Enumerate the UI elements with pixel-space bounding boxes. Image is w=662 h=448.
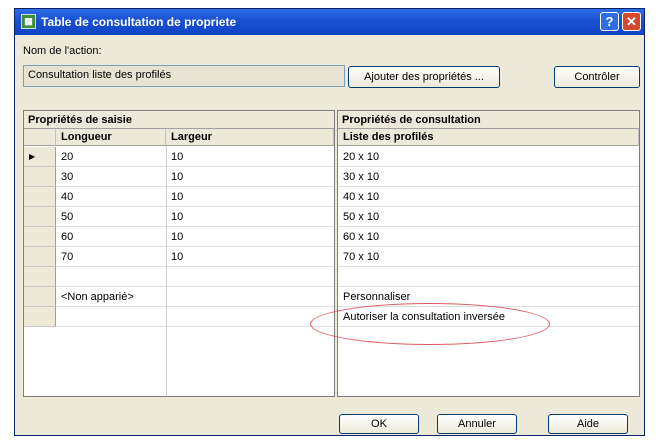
row-header-corner xyxy=(24,129,56,146)
table-row[interactable] xyxy=(24,307,334,327)
largeur-cell[interactable]: 10 xyxy=(166,207,334,227)
list-item[interactable]: 40 x 10 xyxy=(338,187,639,207)
longueur-cell[interactable]: 50 xyxy=(56,207,166,227)
largeur-cell[interactable] xyxy=(166,287,334,307)
longueur-cell[interactable]: 70 xyxy=(56,247,166,267)
row-selector[interactable] xyxy=(24,227,56,247)
profile-cell[interactable]: 40 x 10 xyxy=(338,187,639,207)
dialog-window: ▦ Table de consultation de propriete ? ✕… xyxy=(14,8,645,436)
longueur-cell[interactable] xyxy=(56,307,166,327)
largeur-cell[interactable]: 10 xyxy=(166,227,334,247)
list-item[interactable]: 60 x 10 xyxy=(338,227,639,247)
column-header-largeur[interactable]: Largeur xyxy=(166,129,334,146)
action-name-field[interactable]: Consultation liste des profilés xyxy=(23,65,345,87)
table-row[interactable]: 70 10 xyxy=(24,247,334,267)
profile-cell[interactable]: 20 x 10 xyxy=(338,147,639,167)
input-grid-title: Propriétés de saisie xyxy=(24,111,334,129)
close-button[interactable]: ✕ xyxy=(622,12,641,31)
largeur-cell[interactable]: 10 xyxy=(166,187,334,207)
profile-cell[interactable]: 30 x 10 xyxy=(338,167,639,187)
largeur-cell[interactable]: 10 xyxy=(166,167,334,187)
longueur-cell[interactable]: 20 xyxy=(56,147,166,167)
action-name-label: Nom de l'action: xyxy=(23,45,102,57)
window-title: Table de consultation de propriete xyxy=(41,15,237,29)
table-row[interactable]: 30 10 xyxy=(24,167,334,187)
list-item[interactable]: 30 x 10 xyxy=(338,167,639,187)
table-row[interactable]: 60 10 xyxy=(24,227,334,247)
table-row[interactable] xyxy=(24,267,334,287)
row-selector[interactable] xyxy=(24,247,56,267)
row-selector[interactable] xyxy=(24,167,56,187)
longueur-cell[interactable]: 40 xyxy=(56,187,166,207)
control-button[interactable]: Contrôler xyxy=(554,66,640,88)
column-header-profiles[interactable]: Liste des profilés xyxy=(338,129,639,146)
column-header-longueur[interactable]: Longueur xyxy=(56,129,166,146)
row-selector[interactable] xyxy=(24,207,56,227)
profile-cell[interactable]: 50 x 10 xyxy=(338,207,639,227)
largeur-cell[interactable] xyxy=(166,267,334,287)
list-item[interactable]: 50 x 10 xyxy=(338,207,639,227)
lookup-grid-title: Propriétés de consultation xyxy=(338,111,639,129)
longueur-cell[interactable]: 30 xyxy=(56,167,166,187)
row-selector[interactable] xyxy=(24,287,56,307)
table-row[interactable]: ▶ 20 10 xyxy=(24,147,334,167)
largeur-cell[interactable] xyxy=(166,307,334,327)
ok-button[interactable]: OK xyxy=(339,414,419,434)
highlight-ellipse xyxy=(310,303,550,345)
list-item[interactable] xyxy=(338,267,639,287)
row-selector[interactable] xyxy=(24,187,56,207)
add-properties-button[interactable]: Ajouter des propriétés ... xyxy=(348,66,500,88)
lookup-properties-grid[interactable]: Propriétés de consultation Liste des pro… xyxy=(337,110,640,397)
title-bar[interactable]: ▦ Table de consultation de propriete ? ✕ xyxy=(15,9,644,35)
longueur-cell[interactable]: 60 xyxy=(56,227,166,247)
column-divider xyxy=(166,146,167,396)
input-properties-grid[interactable]: Propriétés de saisie Longueur Largeur ▶ … xyxy=(23,110,335,397)
row-selector[interactable] xyxy=(24,307,56,327)
largeur-cell[interactable]: 10 xyxy=(166,247,334,267)
profile-cell[interactable]: 60 x 10 xyxy=(338,227,639,247)
largeur-cell[interactable]: 10 xyxy=(166,147,334,167)
row-selector[interactable] xyxy=(24,267,56,287)
table-row[interactable]: 40 10 xyxy=(24,187,334,207)
list-item[interactable]: 70 x 10 xyxy=(338,247,639,267)
help-button[interactable]: ? xyxy=(600,12,619,31)
cancel-button[interactable]: Annuler xyxy=(437,414,517,434)
longueur-cell[interactable]: <Non apparié> xyxy=(56,287,166,307)
help-footer-button[interactable]: Aide xyxy=(548,414,628,434)
profile-cell[interactable] xyxy=(338,267,639,287)
table-row[interactable]: <Non apparié> xyxy=(24,287,334,307)
current-row-arrow-icon: ▶ xyxy=(24,147,56,167)
list-item[interactable]: 20 x 10 xyxy=(338,147,639,167)
longueur-cell[interactable] xyxy=(56,267,166,287)
table-row[interactable]: 50 10 xyxy=(24,207,334,227)
table-icon: ▦ xyxy=(21,14,36,29)
profile-cell[interactable]: 70 x 10 xyxy=(338,247,639,267)
